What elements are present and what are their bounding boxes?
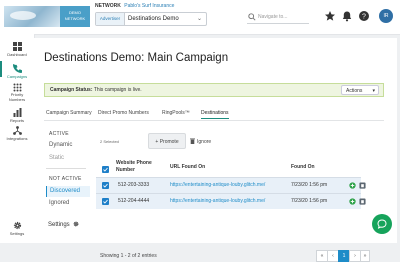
sidebar-item-label: Integrations — [6, 136, 28, 141]
sidebar-item-label: Campaigns — [6, 74, 28, 79]
sidebar-item-label: Priority Numbers — [8, 92, 26, 102]
network-value: Pablo's Surf Insurance — [124, 3, 175, 9]
actions-label: Actions — [346, 88, 363, 94]
cell-url[interactable]: https://entertaining-antique-louby.glitc… — [170, 194, 265, 209]
add-circle-icon[interactable] — [349, 182, 356, 189]
cell-found-on: 7/23/20 1:56 pm — [291, 182, 328, 188]
divider — [46, 168, 86, 169]
trash-icon[interactable] — [359, 182, 366, 189]
promote-button[interactable]: + Promote — [148, 133, 186, 149]
network-icon — [12, 126, 22, 135]
pager-last[interactable]: » — [360, 250, 370, 262]
filter-dynamic[interactable]: Dynamic — [46, 142, 89, 148]
logo-text: DEMO NETWORK — [60, 6, 90, 27]
star-icon[interactable] — [324, 10, 336, 22]
cell-url[interactable]: https://entertaining-antique-louby.glitc… — [170, 178, 265, 193]
search-icon — [248, 13, 256, 21]
advertiser-value: Destinations Demo — [128, 16, 179, 22]
tab-ringpools[interactable]: RingPools™ — [162, 108, 190, 118]
campaign-card: Destinations Demo: Main Campaign Campaig… — [34, 38, 397, 262]
dashboard-icon — [12, 42, 22, 51]
check-icon — [103, 183, 108, 188]
column-header-phone[interactable]: Website Phone Number — [116, 160, 156, 174]
select-all-checkbox[interactable] — [102, 166, 109, 173]
filter-ignored[interactable]: Ignored — [46, 200, 89, 206]
chevron-down-icon: ⌄ — [196, 16, 202, 22]
bell-icon[interactable] — [341, 10, 353, 22]
add-circle-icon[interactable] — [349, 198, 356, 205]
caret-down-icon: ▾ — [372, 88, 375, 94]
network-selector[interactable]: NETWORK Pablo's Surf Insurance — [95, 3, 174, 9]
active-heading: ACTIVE — [49, 131, 69, 137]
table-row[interactable]: 512-203-3333 https://entertaining-antiqu… — [96, 177, 366, 193]
sidebar-item-integrations[interactable]: Integrations — [0, 126, 34, 141]
sidebar-item-priority-numbers[interactable]: Priority Numbers — [0, 83, 34, 102]
sidebar-item-settings[interactable]: Settings — [0, 221, 34, 236]
sidebar-item-campaigns[interactable]: Campaigns — [0, 61, 34, 79]
campaign-tabs: Campaign Summary Direct Promo Numbers Ri… — [44, 108, 384, 121]
trash-icon — [190, 138, 195, 144]
chat-bubble-icon — [377, 219, 387, 229]
tab-campaign-summary[interactable]: Campaign Summary — [46, 108, 92, 118]
sidebar: Dashboard Campaigns Priority Numbers Rep… — [0, 34, 35, 243]
keypad-icon — [13, 83, 21, 92]
check-icon — [103, 199, 108, 204]
cell-found-on: 7/23/20 1:56 pm — [291, 198, 328, 204]
help-icon[interactable]: ? — [358, 10, 370, 22]
chat-launcher-button[interactable] — [372, 214, 392, 234]
actions-dropdown[interactable]: Actions ▾ — [341, 85, 379, 95]
advertiser-label: Advertiser — [96, 13, 125, 25]
trash-icon[interactable] — [359, 198, 366, 205]
row-checkbox[interactable] — [102, 198, 109, 205]
campaign-status-banner: Campaign Status: This campaign is live. … — [44, 83, 384, 97]
campaign-status-value: This campaign is live. — [93, 87, 142, 93]
selected-count: 2 Selected — [100, 139, 119, 144]
network-label: NETWORK — [95, 3, 121, 9]
logo-image — [4, 6, 60, 27]
network-logo[interactable]: DEMO NETWORK — [4, 6, 90, 27]
page-title: Destinations Demo: Main Campaign — [44, 52, 229, 64]
sidebar-item-label: Dashboard — [7, 52, 27, 57]
ignore-label: Ignore — [197, 139, 212, 145]
cell-phone: 512-203-3333 — [118, 182, 150, 188]
row-checkbox[interactable] — [102, 182, 109, 189]
gear-icon — [13, 221, 21, 230]
campaign-status-text: Campaign Status: This campaign is live. — [50, 84, 142, 96]
entries-count: Showing 1 - 2 of 2 entries — [100, 253, 157, 259]
promote-label: Promote — [159, 139, 179, 145]
svg-text:?: ? — [362, 13, 366, 20]
top-bar: DEMO NETWORK NETWORK Pablo's Surf Insura… — [0, 0, 400, 35]
sidebar-item-label: Reports — [9, 118, 24, 123]
filter-discovered[interactable]: Discovered — [46, 186, 90, 197]
sidebar-item-reports[interactable]: Reports — [0, 108, 34, 123]
tab-destinations[interactable]: Destinations — [201, 108, 229, 119]
plus-icon: + — [155, 139, 159, 145]
search-placeholder: Navigate to... — [258, 14, 288, 20]
filter-settings-button[interactable]: Settings — [48, 221, 79, 228]
sidebar-item-label: Settings — [9, 231, 25, 236]
phone-icon — [12, 64, 22, 73]
sidebar-item-dashboard[interactable]: Dashboard — [0, 42, 34, 57]
table-row[interactable]: 512-204-4444 https://entertaining-antiqu… — [96, 193, 366, 209]
ignore-button[interactable]: Ignore — [190, 136, 211, 148]
navigate-search[interactable]: Navigate to... — [247, 11, 309, 24]
check-icon — [103, 167, 108, 172]
tab-direct-promo-numbers[interactable]: Direct Promo Numbers — [98, 108, 149, 118]
filter-static[interactable]: Static — [46, 155, 89, 161]
advertiser-select[interactable]: Advertiser Destinations Demo ⌄ — [95, 12, 207, 26]
not-active-heading: NOT ACTIVE — [49, 176, 82, 182]
bar-chart-icon — [13, 108, 21, 117]
campaign-status-label: Campaign Status: — [50, 87, 93, 93]
settings-label: Settings — [48, 222, 70, 228]
column-header-found-on[interactable]: Found On — [291, 164, 315, 170]
avatar[interactable]: IR — [379, 9, 393, 23]
gear-icon — [73, 221, 79, 227]
cell-phone: 512-204-4444 — [118, 198, 150, 204]
column-header-url[interactable]: URL Found On — [170, 164, 205, 170]
bulk-toolbar: 2 Selected + Promote Ignore — [96, 133, 361, 149]
